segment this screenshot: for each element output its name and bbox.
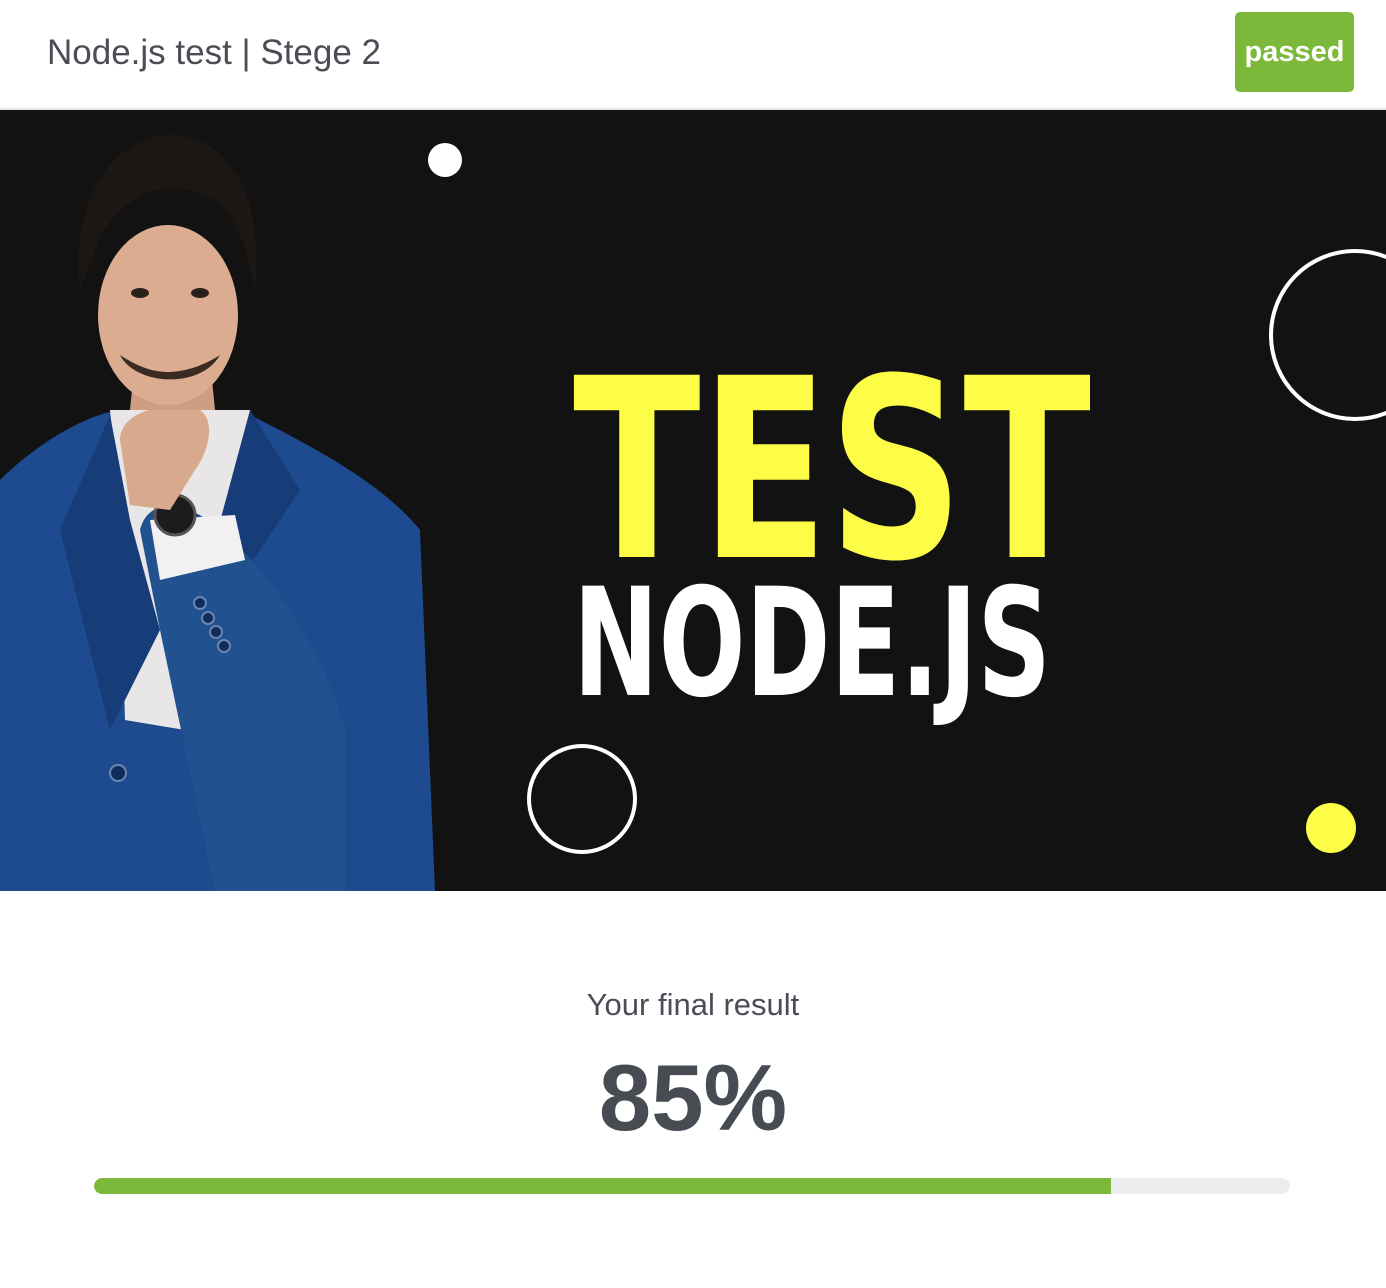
result-label: Your final result [586, 987, 800, 1022]
status-badge: passed [1235, 12, 1354, 92]
decor-dot-accent [1306, 803, 1356, 853]
decor-dot-white [428, 143, 462, 177]
result-score: 85% [598, 1045, 788, 1150]
decor-ring-bottom [527, 744, 637, 854]
result-panel: Your final result 85% [0, 891, 1386, 1288]
result-progress-fill [94, 1178, 1111, 1194]
banner-artwork: TEST NODE.JS [0, 135, 1386, 891]
page-title: Node.js test | Stege 2 [47, 33, 382, 72]
page-header: Node.js test | Stege 2 passed [0, 0, 1386, 110]
banner-subheadline: NODE.JS [573, 557, 1051, 731]
decor-ring-right [1269, 249, 1386, 421]
presenter-photo [0, 135, 435, 891]
result-progress-bar [94, 1178, 1290, 1194]
course-banner: TEST NODE.JS [0, 110, 1386, 891]
